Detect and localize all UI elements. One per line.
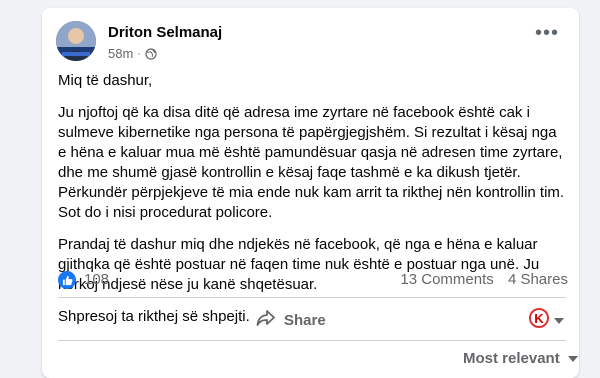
divider <box>58 297 566 298</box>
author-avatar[interactable] <box>56 21 96 61</box>
globe-icon[interactable] <box>145 47 157 60</box>
share-label: Share <box>284 311 326 329</box>
author-name[interactable]: Driton Selmanaj <box>108 24 222 41</box>
meta-separator: · <box>137 47 141 60</box>
more-dots-icon[interactable]: ••• <box>535 23 559 43</box>
like-reaction-icon[interactable] <box>58 271 76 289</box>
post-body: Miq të dashur, Ju njoftoj që ka disa dit… <box>58 71 566 339</box>
post-meta: 58m · <box>108 46 157 61</box>
chevron-down-icon[interactable] <box>554 318 564 324</box>
post-paragraph: Ju njoftoj që ka disa ditë që adresa ime… <box>58 104 565 221</box>
comment-sort-label: Most relevant <box>463 350 560 367</box>
post-card: Driton Selmanaj 58m · ••• Miq të dashur,… <box>42 8 579 378</box>
share-button[interactable]: Share <box>256 305 326 335</box>
shares-count[interactable]: 4 Shares <box>508 271 568 288</box>
post-stats: 108 13 Comments 4 Shares <box>58 270 568 294</box>
post-time[interactable]: 58m <box>108 46 133 61</box>
divider <box>58 340 566 341</box>
post-paragraph: Miq të dashur, <box>58 72 153 89</box>
comment-sort-dropdown[interactable]: Most relevant <box>463 350 578 367</box>
page-profile-switcher-badge[interactable]: K <box>529 308 549 328</box>
like-count[interactable]: 108 <box>84 271 109 288</box>
share-icon <box>256 309 276 331</box>
stats-right: 13 Comments 4 Shares <box>400 271 568 288</box>
comments-count[interactable]: 13 Comments <box>400 271 493 288</box>
chevron-down-icon <box>567 355 578 362</box>
